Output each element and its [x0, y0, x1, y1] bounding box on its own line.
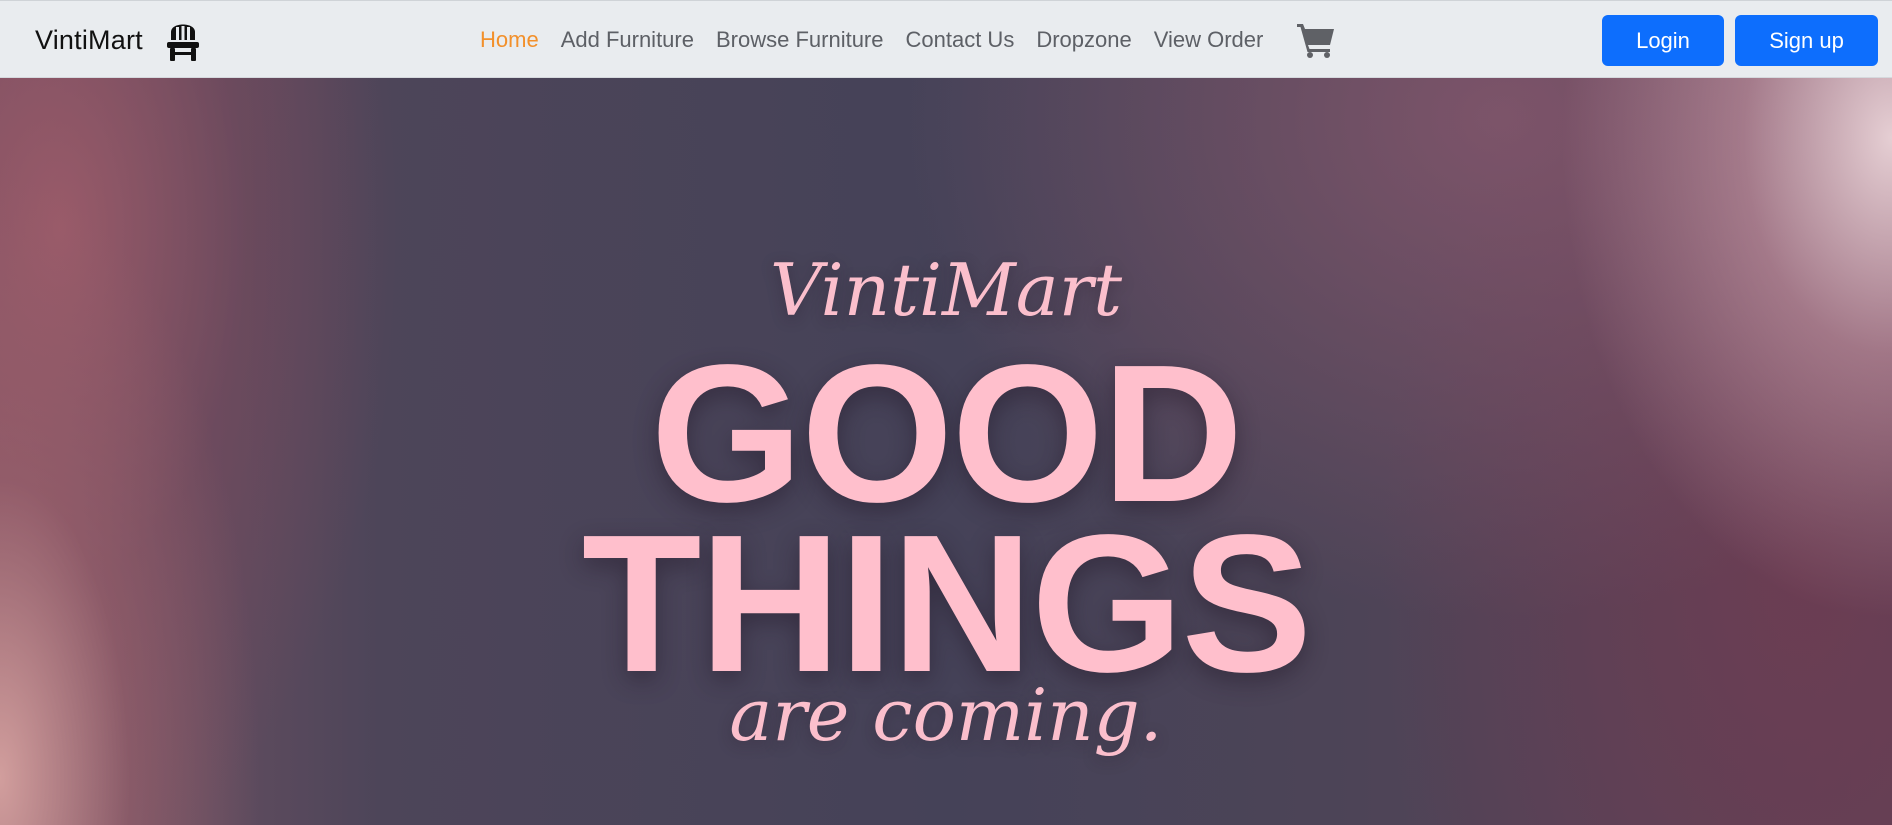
- hero-script-brand: VintiMart: [769, 248, 1123, 332]
- nav-links: Home Add Furniture Browse Furniture Cont…: [469, 1, 1274, 79]
- top-navbar: VintiMart Home Add Furniture Browse Furn…: [0, 0, 1892, 78]
- hero-banner: VintiMart GOOD THINGS are coming.: [0, 78, 1892, 825]
- nav-link-home[interactable]: Home: [469, 27, 550, 53]
- nav-link-dropzone[interactable]: Dropzone: [1025, 27, 1142, 53]
- hero-script-tagline: are coming.: [729, 673, 1163, 757]
- signup-button[interactable]: Sign up: [1735, 15, 1878, 66]
- login-button[interactable]: Login: [1602, 15, 1724, 66]
- hero-content: VintiMart GOOD THINGS are coming.: [0, 78, 1892, 825]
- cart-link[interactable]: [1296, 21, 1336, 59]
- cart-icon: [1297, 24, 1334, 58]
- chair-icon: [166, 24, 199, 61]
- brand-link[interactable]: VintiMart: [35, 1, 201, 79]
- brand-name: VintiMart: [35, 24, 143, 55]
- nav-link-contact-us[interactable]: Contact Us: [895, 27, 1026, 53]
- nav-link-browse-furniture[interactable]: Browse Furniture: [705, 27, 895, 53]
- nav-link-view-order[interactable]: View Order: [1143, 27, 1275, 53]
- nav-link-add-furniture[interactable]: Add Furniture: [550, 27, 705, 53]
